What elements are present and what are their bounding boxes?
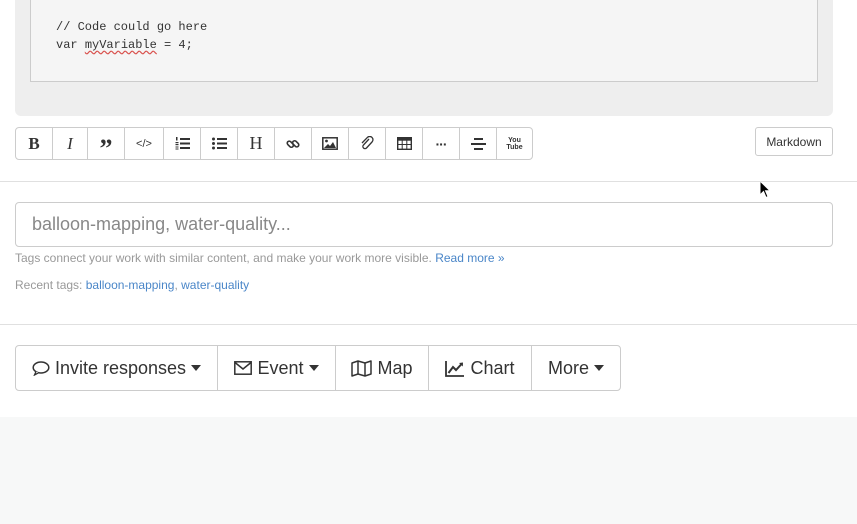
read-more-link[interactable]: Read more » <box>435 251 504 265</box>
code-line-1: // Code could go here <box>56 20 208 34</box>
unordered-list-button[interactable] <box>200 127 238 160</box>
ellipsis-icon: ··· <box>435 135 448 152</box>
ordered-list-button[interactable] <box>163 127 201 160</box>
youtube-icon: You Tube <box>506 136 523 151</box>
recent-tags: Recent tags: balloon-mapping, water-qual… <box>15 278 250 292</box>
post-actions-group: Invite responses Event Map Chart More <box>15 345 621 391</box>
center-button[interactable] <box>459 127 497 160</box>
recent-tags-label: Recent tags: <box>15 278 83 292</box>
map-button[interactable]: Map <box>335 345 429 391</box>
chart-button[interactable]: Chart <box>428 345 532 391</box>
caret-down-icon <box>594 365 604 371</box>
header-icon: H <box>249 133 263 153</box>
invite-responses-button[interactable]: Invite responses <box>15 345 218 391</box>
code-line-2: var myVariable = 4; <box>56 38 193 52</box>
more-button[interactable]: More <box>531 345 621 391</box>
quote-icon: ” <box>99 133 113 163</box>
horizontal-rule-button[interactable]: ··· <box>422 127 460 160</box>
formatting-toolbar: B I ” </> H ··· You Tube <box>15 127 533 163</box>
mouse-cursor-icon <box>759 180 771 199</box>
code-icon: </> <box>136 137 152 150</box>
link-button[interactable] <box>274 127 312 160</box>
code-preview[interactable]: // Code could go here var myVariable = 4… <box>30 0 818 82</box>
link-icon <box>286 139 300 148</box>
tags-placeholder: balloon-mapping, water-quality... <box>32 214 291 234</box>
line-chart-icon <box>445 360 465 377</box>
caret-down-icon <box>308 365 319 371</box>
bold-button[interactable]: B <box>15 127 53 160</box>
image-button[interactable] <box>311 127 349 160</box>
envelope-icon <box>234 361 253 375</box>
recent-tag-water-quality[interactable]: water-quality <box>181 278 249 292</box>
tags-help: Tags connect your work with similar cont… <box>15 251 505 265</box>
attachment-button[interactable] <box>348 127 386 160</box>
caret-down-icon <box>191 365 202 371</box>
align-center-icon <box>470 137 486 150</box>
quote-button[interactable]: ” <box>87 127 125 163</box>
markdown-toggle-button[interactable]: Markdown <box>755 127 833 156</box>
divider <box>0 181 857 182</box>
youtube-button[interactable]: You Tube <box>496 127 533 160</box>
paperclip-icon <box>361 136 374 150</box>
header-button[interactable]: H <box>237 127 275 160</box>
table-icon <box>396 137 412 150</box>
map-icon <box>351 359 373 377</box>
ordered-list-icon <box>175 137 190 150</box>
editor-container: // Code could go here var myVariable = 4… <box>15 0 833 116</box>
tags-input[interactable]: balloon-mapping, water-quality... <box>15 202 833 247</box>
event-button[interactable]: Event <box>217 345 336 391</box>
comment-icon <box>32 360 50 376</box>
table-button[interactable] <box>385 127 423 160</box>
bold-icon: B <box>28 133 40 153</box>
unordered-list-icon <box>211 137 227 150</box>
code-button[interactable]: </> <box>124 127 164 160</box>
page: // Code could go here var myVariable = 4… <box>0 0 857 417</box>
misspelled-word: myVariable <box>84 38 157 52</box>
recent-tag-balloon-mapping[interactable]: balloon-mapping <box>86 278 175 292</box>
italic-icon: I <box>67 133 73 153</box>
image-icon <box>322 137 338 150</box>
divider <box>0 324 857 325</box>
italic-button[interactable]: I <box>52 127 88 160</box>
